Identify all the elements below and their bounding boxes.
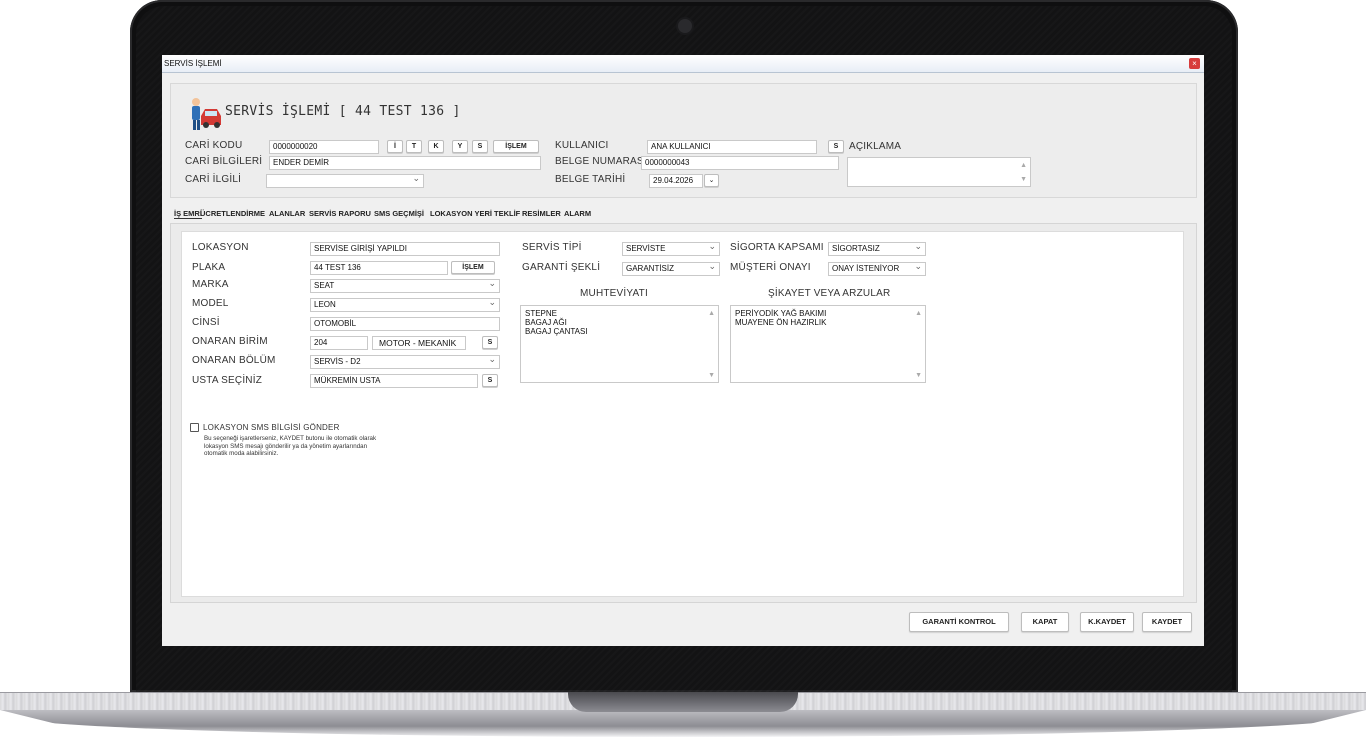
window-title: SERVİS İŞLEMİ [164, 59, 222, 68]
sigorta-kapsami-select[interactable]: SİGORTASIZ [828, 242, 926, 256]
usta-label: USTA SEÇİNİZ [192, 375, 263, 386]
laptop-notch [568, 692, 798, 712]
sikayet-line: MUAYENE ÖN HAZIRLIK [735, 318, 827, 327]
onaran-bolum-label: ONARAN BÖLÜM [192, 355, 276, 366]
cari-t-button[interactable]: T [406, 140, 422, 153]
sms-checkbox-label: LOKASYON SMS BİLGİSİ GÖNDER [203, 423, 340, 432]
model-select[interactable]: LEON [310, 298, 500, 312]
tab-servis-raporu[interactable]: SERVİS RAPORU [309, 209, 371, 218]
sms-help-line: Bu seçeneği işaretlerseniz, KAYDET buton… [204, 435, 377, 442]
sikayet-line: PERİYODİK YAĞ BAKIMI [735, 309, 827, 318]
onaran-birim-label: ONARAN BİRİM [192, 336, 268, 347]
sigorta-kapsami-label: SİGORTA KAPSAMI [730, 242, 824, 253]
close-icon[interactable]: × [1189, 58, 1200, 69]
cinsi-input[interactable]: OTOMOBİL [310, 317, 500, 331]
app-window: SERVİS İŞLEMİ × SERVİS İŞLEMİ [ 44 TEST … [162, 55, 1204, 646]
cinsi-label: CİNSİ [192, 317, 220, 328]
lokasyon-input[interactable]: SERVİSE GİRİŞİ YAPILDI [310, 242, 500, 256]
scroll-down-icon[interactable]: ▼ [915, 371, 922, 380]
onaran-birim-input[interactable]: MOTOR - MEKANİK [372, 336, 466, 350]
mechanic-car-icon [192, 98, 221, 130]
garanti-sekli-label: GARANTİ ŞEKLİ [522, 262, 601, 273]
tab-lokasyon-yeri[interactable]: LOKASYON YERİ [430, 209, 492, 218]
cari-kodu-input[interactable]: 0000000020 [269, 140, 379, 154]
cari-bilgileri-input[interactable]: ENDER DEMİR [269, 156, 541, 170]
musteri-onayi-select[interactable]: ONAY İSTENİYOR [828, 262, 926, 276]
onaran-birim-code[interactable]: 204 [310, 336, 368, 350]
tab-page-is-emri: LOKASYON SERVİSE GİRİŞİ YAPILDI PLAKA 44… [170, 223, 1197, 603]
kapat-button[interactable]: KAPAT [1021, 612, 1069, 632]
title-bar: SERVİS İŞLEMİ × [162, 55, 1204, 73]
servis-tipi-select[interactable]: SERVİSTE [622, 242, 720, 256]
cari-kodu-label: CARİ KODU [185, 140, 243, 151]
scroll-up-icon[interactable]: ▲ [915, 309, 922, 318]
aciklama-label: AÇIKLAMA [849, 141, 902, 152]
garanti-sekli-select[interactable]: GARANTİSİZ [622, 262, 720, 276]
usta-input[interactable]: MÜKREMİN USTA [310, 374, 478, 388]
cari-ilgili-select[interactable] [266, 174, 424, 188]
kaydet-button[interactable]: KAYDET [1142, 612, 1192, 632]
tab-alarm[interactable]: ALARM [564, 209, 591, 218]
sms-help-line: otomatik moda alabilirsiniz. [204, 450, 279, 457]
model-label: MODEL [192, 298, 229, 309]
belge-numarasi-input[interactable]: 0000000043 [641, 156, 839, 170]
calendar-dropdown-icon[interactable]: ⌄ [704, 174, 719, 187]
sms-checkbox[interactable] [190, 423, 199, 432]
tab-sms-gecmisi[interactable]: SMS GEÇMİŞİ [374, 209, 424, 218]
webcam [678, 19, 692, 33]
customer-panel: SERVİS İŞLEMİ [ 44 TEST 136 ] CARİ KODU … [170, 83, 1197, 198]
cari-bilgileri-label: CARİ BİLGİLERİ [185, 156, 263, 167]
usta-select-button[interactable]: S [482, 374, 498, 387]
marka-label: MARKA [192, 279, 229, 290]
kullanici-select-button[interactable]: S [828, 140, 844, 153]
muhteviyati-label: MUHTEVİYATI [580, 288, 648, 299]
muhteviyati-textarea[interactable]: STEPNE BAGAJ AĞI BAGAJ ÇANTASI ▲ ▼ [520, 305, 719, 383]
scroll-down-icon[interactable]: ▼ [708, 371, 715, 380]
tab-is-emri[interactable]: İŞ EMRİ [174, 209, 202, 219]
sms-help-line: lokasyon SMS mesajı gönderilir ya da yön… [204, 442, 368, 450]
belge-tarihi-label: BELGE TARİHİ [555, 174, 626, 185]
muhteviyati-line: BAGAJ ÇANTASI [525, 327, 588, 336]
sikayet-label: ŞİKAYET VEYA ARZULAR [768, 288, 891, 299]
cari-info-button[interactable]: İ [387, 140, 403, 153]
plaka-islem-button[interactable]: İŞLEM [451, 261, 495, 274]
cari-s-button[interactable]: S [472, 140, 488, 153]
servis-tipi-label: SERVİS TİPİ [522, 242, 582, 253]
belge-tarihi-input[interactable]: 29.04.2026 [649, 174, 703, 188]
kullanici-label: KULLANICI [555, 140, 609, 151]
lokasyon-label: LOKASYON [192, 242, 249, 253]
laptop-base-lip [0, 710, 1366, 737]
onaran-birim-select-button[interactable]: S [482, 336, 498, 349]
scroll-up-icon[interactable]: ▲ [1020, 161, 1027, 170]
sms-help-text: Bu seçeneği işaretlerseniz, KAYDET buton… [204, 435, 494, 458]
muhteviyati-line: BAGAJ AĞI [525, 318, 567, 327]
marka-select[interactable]: SEAT [310, 279, 500, 293]
scroll-down-icon[interactable]: ▼ [1020, 175, 1027, 184]
plaka-input[interactable]: 44 TEST 136 [310, 261, 448, 275]
cari-k-button[interactable]: K [428, 140, 444, 153]
is-emri-form: LOKASYON SERVİSE GİRİŞİ YAPILDI PLAKA 44… [181, 231, 1184, 597]
tab-ucretlendirme[interactable]: ÜCRETLENDİRME [200, 209, 265, 218]
onaran-bolum-select[interactable]: SERVİS - D2 [310, 355, 500, 369]
tab-resimler[interactable]: RESİMLER [522, 209, 561, 218]
scroll-up-icon[interactable]: ▲ [708, 309, 715, 318]
kullanici-input[interactable]: ANA KULLANICI [647, 140, 817, 154]
cari-ilgili-label: CARİ İLGİLİ [185, 174, 242, 185]
belge-numarasi-label: BELGE NUMARASI [555, 156, 647, 167]
tab-teklif[interactable]: TEKLİF [494, 209, 520, 218]
plaka-label: PLAKA [192, 262, 226, 273]
cari-islem-button[interactable]: İŞLEM [493, 140, 539, 153]
garanti-kontrol-button[interactable]: GARANTİ KONTROL [909, 612, 1009, 632]
muhteviyati-line: STEPNE [525, 309, 558, 318]
aciklama-textarea[interactable]: ▲ ▼ [847, 157, 1031, 187]
k-kaydet-button[interactable]: K.KAYDET [1080, 612, 1134, 632]
page-title: SERVİS İŞLEMİ [ 44 TEST 136 ] [225, 104, 461, 119]
cari-y-button[interactable]: Y [452, 140, 468, 153]
musteri-onayi-label: MÜŞTERİ ONAYI [730, 262, 811, 273]
tab-alanlar[interactable]: ALANLAR [269, 209, 305, 218]
sikayet-textarea[interactable]: PERİYODİK YAĞ BAKIMI MUAYENE ÖN HAZIRLIK… [730, 305, 926, 383]
